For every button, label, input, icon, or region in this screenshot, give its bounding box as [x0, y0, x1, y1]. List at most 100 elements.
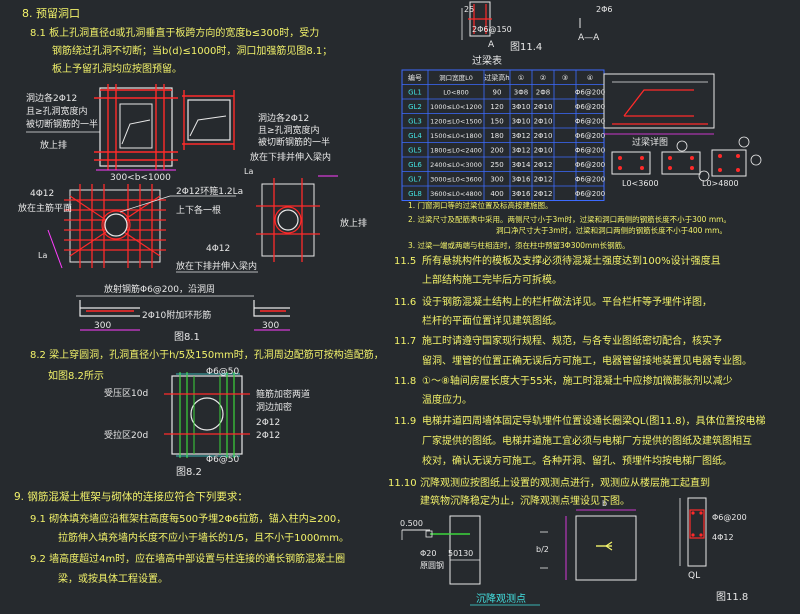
lintel-table-cell: Φ6@200: [575, 132, 605, 140]
p115-line2: 上部结构施工完毕后方可拆模。: [422, 273, 562, 286]
lintel-table-cell: 2Φ12: [534, 190, 553, 198]
lintel-table-cell: 90: [493, 89, 502, 97]
lintel-table-cell: GL6: [408, 161, 422, 169]
p92-line2: 梁，或按具体工程设置。: [58, 572, 168, 585]
p116-line1: 设于钢筋混凝土结构上的栏杆做法详见。平台栏杆等予埋件详图，: [422, 295, 712, 308]
p119-line2: 厂家提供的图纸。电梯井道施工宜必须与电梯厂方提供的图纸及建筑图相互: [422, 434, 752, 447]
lintel-table-title: 过梁表: [472, 54, 502, 67]
lintel-table-cell: Φ6@200: [575, 89, 605, 97]
p115-line1: 所有悬挑构件的模板及支撑必须待混凝土强度达到100%设计强度且: [422, 254, 721, 267]
lintel-table-cell: 250: [490, 161, 503, 169]
settlement-50: 50: [448, 549, 458, 558]
lintel-detail-caption: 过梁详图: [632, 136, 668, 148]
fig81-up-down: 上下各一根: [176, 204, 221, 216]
fig114-section-aa: A—A: [578, 33, 600, 43]
p1110-line1: 沉降观测应按图纸上设置的观测点进行，观测应从楼层施工起直到: [420, 476, 710, 489]
p81-line1: 8.1 板上孔洞直径d或孔洞垂直于板跨方向的宽度b≤300时，受力: [30, 26, 319, 39]
fig81-dim300-right: 300: [262, 321, 279, 331]
p91-line2: 拉筋伸入填充墙内长度不应小于墙长的1/5，且不小于1000mm。: [58, 531, 349, 544]
settlement-caption: 沉降观测点: [476, 592, 526, 605]
lintel-table-cell: 1500≤L0<1800: [430, 132, 482, 140]
fig82-mid2: 洞边加密: [256, 401, 292, 413]
fig82-2phi12-a: 2Φ12: [256, 418, 280, 428]
lintel-table-cell: 2Φ10: [534, 118, 553, 126]
fig81-la-top: La: [244, 167, 253, 176]
p118-line1: ①～⑧轴间房屋长度大于55米，施工时混凝土中应掺加微膨胀剂以减少: [422, 374, 733, 387]
lintel-table-cell: 3Φ16: [512, 190, 531, 198]
fig81-right-opening: [182, 90, 235, 150]
lintel-table: 编号 洞口宽度L0 过梁高h ① ② ③ ④ GL1 L0<800 90 3Φ8 2Φ8 Φ6@200 G…: [401, 69, 605, 201]
p119-line1: 电梯井道四周墙体固定导轨埋件位置设通长圈梁QL(图11.8)，具体位置按电梯: [422, 414, 766, 427]
lintel-table-cell: Φ6@200: [575, 103, 605, 111]
settlement-dim: 0.500: [400, 519, 423, 528]
lintel-table-cell: GL5: [408, 147, 422, 155]
fig82-mid1: 箍筋加密两道: [256, 388, 310, 400]
section9-title: 9. 钢筋混凝土框架与砌体的连接应符合下列要求：: [14, 490, 248, 503]
lintel-table-cell: 2Φ8: [536, 89, 550, 97]
lintel-table-cell: 400: [490, 190, 503, 198]
lintel-table-cell: GL2: [408, 103, 422, 111]
fig82-beam: [164, 372, 250, 458]
fig81-dim300-left: 300: [94, 321, 111, 331]
fig81-4phi12-left: 4Φ12: [30, 189, 54, 199]
fig82-caption: 图8.2: [176, 466, 202, 478]
p117-line2: 留洞、埋管的位置正确无误后方可施工，电器管留接地装置见电器专业图。: [422, 354, 752, 367]
lintel-table-cell: 3Φ12: [512, 132, 531, 140]
lintel-table-cell: GL8: [408, 190, 422, 198]
p81-line2: 钢筋绕过孔洞不切断；当b(d)≤1000时，洞口加强筋见图8.1；: [52, 44, 332, 57]
lintel-note2b: 洞口净尺寸大于3m时，过梁和洞口两侧的钢筋长度不小于400 mm。: [496, 225, 727, 235]
lintel-note1: 1. 门窗洞口等的过梁位置及标高按建施图。: [408, 200, 553, 210]
lintel-table-header: ③: [562, 74, 568, 82]
p115-num: 11.5: [394, 256, 416, 267]
fig81-bottom-note2: 2Φ10附加环形筋: [142, 309, 211, 321]
fig81-ring: 2Φ12环箍1.2La: [176, 185, 243, 197]
fig81-label-right3: 被切断钢筋的一半: [258, 136, 330, 148]
fig81-left-opening: [94, 84, 178, 171]
lintel-table-cell: GL4: [408, 132, 422, 140]
p82-line2: 如图8.2所示: [48, 369, 104, 382]
fig114-top-label: 2Φ6: [596, 5, 612, 14]
lintel-table-cell: 1000≤L0<1200: [430, 103, 482, 111]
p119-line3: 校对，确认无误方可施工。各种开洞、留孔、预埋件均按电梯厂图纸。: [422, 454, 732, 467]
lintel-table-cell: Φ6@200: [575, 161, 605, 169]
fig118-ql: QL: [688, 571, 700, 581]
p118-line2: 温度应力。: [422, 393, 472, 406]
fig82-2phi12-b: 2Φ12: [256, 431, 280, 441]
lintel-table-cell: 3Φ10: [512, 118, 531, 126]
lintel-table-cell: GL1: [408, 89, 422, 97]
lintel-table-cell: 3Φ10: [512, 103, 531, 111]
fig81-caption: 图8.1: [174, 331, 200, 343]
p91-line1: 9.1 砌体填充墙应沿框架柱高度每500予埋2Φ6拉筋，锚入柱内≥200，: [30, 512, 346, 525]
fig81-grid-left: [47, 184, 166, 269]
settlement-phi: Φ20: [420, 549, 436, 558]
settlement-130: 130: [458, 549, 473, 558]
p116-num: 11.6: [394, 297, 416, 308]
lintel-detail: [603, 73, 715, 135]
lintel-table-cell: 2400≤L0<3000: [430, 161, 482, 169]
fig118-4phi: 4Φ12: [712, 533, 734, 542]
p117-line1: 施工时请遵守国家现行规程、规范，与各专业图纸密切配合，核实予: [422, 334, 722, 347]
drawing-canvas: 8. 预留洞口 8.1 板上孔洞直径d或孔洞垂直于板跨方向的宽度b≤300时，受…: [14, 1, 766, 606]
p1110-line2: 建筑物沉降稳定为止，沉降观测点埋设见下图。: [420, 494, 630, 507]
fig118-drawing: [679, 497, 707, 567]
lintel-table-cell: 200: [490, 147, 503, 155]
lintel-table-cell: 1200≤L0<1500: [430, 118, 482, 126]
lintel-table-cell: 3Φ16: [512, 176, 531, 184]
lintel-table-header: ④: [587, 74, 593, 82]
fig81-grid-right: [256, 175, 338, 262]
lintel-table-cell: Φ6@200: [575, 147, 605, 155]
lintel-table-cell: 180: [490, 132, 503, 140]
lintel-table-cell: 3Φ8: [514, 89, 528, 97]
lintel-table-cell: 3Φ12: [512, 147, 531, 155]
fig81-left-side: 放在主筋平面: [18, 202, 72, 214]
p1110-num: 11.10: [388, 478, 417, 489]
lintel-table-cell: 2Φ10: [534, 132, 553, 140]
fig81-label-right2: 且≥孔洞宽度内: [258, 124, 320, 136]
fig81-right-side: 放在下排并伸入梁内: [176, 260, 257, 272]
lintel-table-cell: 300: [490, 176, 503, 184]
fig82-bottom: Φ6@50: [206, 455, 240, 465]
fig81-label-left2: 且≥孔洞宽度内: [26, 105, 88, 117]
lintel-table-cell: 2Φ10: [534, 147, 553, 155]
p116-line2: 栏杆的平面位置详见建筑图纸。: [422, 314, 562, 327]
lintel-sec-label1: L0<3600: [622, 179, 659, 188]
